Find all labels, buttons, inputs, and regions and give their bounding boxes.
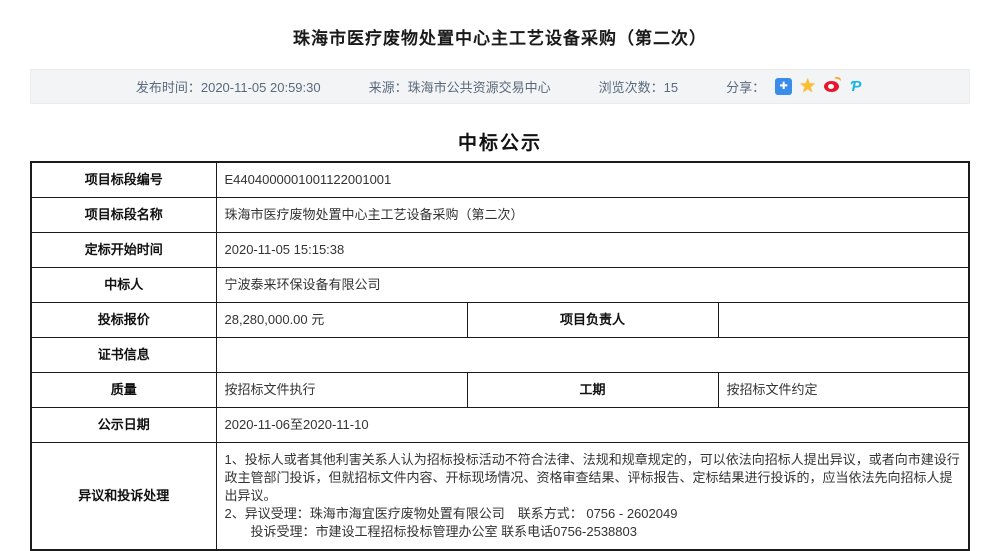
row-label: 公示日期 (30, 407, 217, 443)
page-title: 珠海市医疗废物处置中心主工艺设备采购（第二次） (293, 29, 707, 48)
row-value: 宁波泰来环保设备有限公司 (215, 267, 970, 303)
qzone-star-icon[interactable] (799, 78, 816, 95)
weibo-icon[interactable] (823, 78, 840, 95)
source-label: 来源： (368, 80, 408, 95)
row-label: 项目标段名称 (30, 197, 217, 233)
row-value-2: 按招标文件约定 (717, 372, 970, 408)
row-value: 28,280,000.00 元 (215, 302, 468, 338)
table-row-project-number: 项目标段编号 E4404000001001122001001 (30, 161, 970, 198)
row-value (215, 337, 970, 373)
row-value: 按招标文件执行 (215, 372, 468, 408)
source-value: 珠海市公共资源交易中心 (407, 80, 551, 95)
objection-text: 1、投标人或者其他利害关系人认为招标投标活动不符合法律、法规和规章规定的，可以依… (215, 442, 970, 551)
share-more-icon[interactable] (775, 78, 793, 95)
bid-result-table: 项目标段编号 E4404000001001122001001 项目标段名称 珠海… (30, 161, 970, 551)
row-label: 异议和投诉处理 (30, 442, 217, 551)
table-row-publicity-period: 公示日期 2020-11-06至2020-11-10 (30, 407, 970, 443)
share-label: 分享： (726, 80, 766, 95)
table-row-winning-bidder: 中标人 宁波泰来环保设备有限公司 (30, 267, 970, 303)
row-label: 定标开始时间 (30, 232, 217, 268)
table-row-objection-handling: 异议和投诉处理 1、投标人或者其他利害关系人认为招标投标活动不符合法律、法规和规… (30, 442, 970, 551)
row-label: 证书信息 (30, 337, 217, 373)
publish-time-value: 2020-11-05 20:59:30 (200, 80, 321, 95)
row-value: 2020-11-06至2020-11-10 (215, 407, 970, 443)
table-row-project-name: 项目标段名称 珠海市医疗废物处置中心主工艺设备采购（第二次） (30, 197, 970, 233)
row-value: 珠海市医疗废物处置中心主工艺设备采购（第二次） (215, 197, 970, 233)
row-value-2 (717, 302, 970, 338)
row-label: 项目标段编号 (30, 161, 217, 198)
row-label: 质量 (30, 372, 217, 408)
share-bar: 分享： (726, 77, 864, 96)
view-count-value: 15 (663, 80, 679, 95)
objection-line-1: 1、投标人或者其他利害关系人认为招标投标活动不符合法律、法规和规章规定的，可以依… (224, 452, 960, 503)
announcement-page: 珠海市医疗废物处置中心主工艺设备采购（第二次） 发布时间：2020-11-05 … (0, 0, 1000, 551)
table-row-bid-price: 投标报价 28,280,000.00 元 项目负责人 (30, 302, 970, 338)
row-label-2: 工期 (466, 372, 719, 408)
publish-time: 发布时间：2020-11-05 20:59:30 (136, 77, 321, 96)
row-label-2: 项目负责人 (466, 302, 719, 338)
row-label: 中标人 (30, 267, 217, 303)
row-value: E4404000001001122001001 (215, 161, 970, 198)
row-label: 投标报价 (30, 302, 217, 338)
meta-info-bar: 发布时间：2020-11-05 20:59:30 来源：珠海市公共资源交易中心 … (30, 69, 970, 104)
row-value: 2020-11-05 15:15:38 (215, 232, 970, 268)
publish-time-label: 发布时间： (135, 80, 201, 95)
objection-line-2: 2、异议受理：珠海市海宜医疗废物处置有限公司 联系方式： 0756 - 2602… (224, 506, 678, 521)
section-heading: 中标公示 (457, 133, 542, 154)
tencent-weibo-icon[interactable] (847, 78, 864, 95)
table-row-quality: 质量 按招标文件执行 工期 按招标文件约定 (30, 372, 970, 408)
share-icons (775, 78, 864, 95)
table-row-decision-time: 定标开始时间 2020-11-05 15:15:38 (30, 232, 970, 268)
view-count: 浏览次数：15 (599, 77, 678, 96)
weibo-eye-glyph (824, 81, 840, 92)
source: 来源：珠海市公共资源交易中心 (369, 77, 551, 96)
view-count-label: 浏览次数： (598, 80, 664, 95)
table-row-certificate-info: 证书信息 (30, 337, 970, 373)
objection-line-3: 投诉受理：市建设工程招标投标管理办公室 联系电话0756-2538803 (250, 524, 637, 539)
